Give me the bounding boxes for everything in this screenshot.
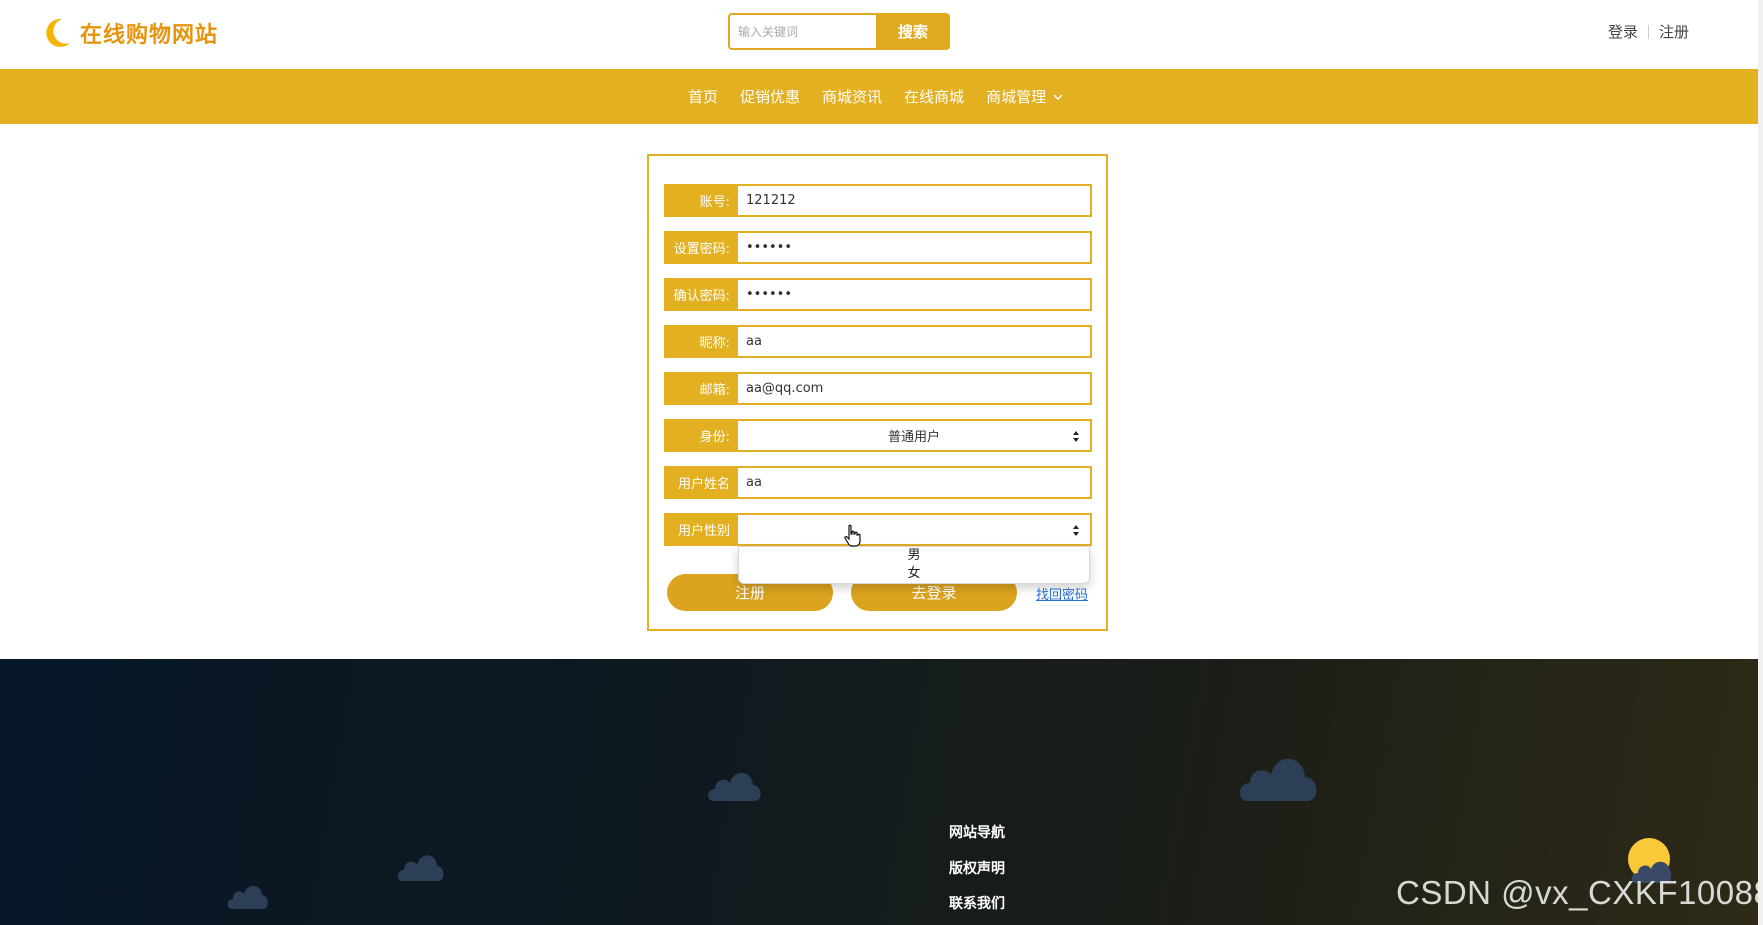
top-header: 在线购物网站 搜索 登录 注册 [0, 0, 1763, 69]
role-label: 身份: [664, 419, 738, 452]
role-row: 身份: 普通用户 [664, 419, 1092, 452]
select-arrows-icon [1073, 525, 1079, 536]
site-name: 在线购物网站 [80, 23, 219, 48]
footer-link-copyright[interactable]: 版权声明 [949, 858, 1005, 878]
nav-item-mall[interactable]: 在线商城 [904, 86, 964, 107]
select-arrows-icon [1073, 431, 1079, 442]
email-label: 邮箱: [664, 372, 738, 405]
nickname-label: 昵称: [664, 325, 738, 358]
search-button[interactable]: 搜索 [876, 13, 950, 50]
account-input[interactable]: 121212 [738, 184, 1092, 217]
password-label: 设置密码: [664, 231, 738, 264]
nav-item-news[interactable]: 商城资讯 [822, 86, 882, 107]
forgot-password-link[interactable]: 找回密码 [1036, 584, 1088, 603]
chevron-down-icon [1053, 93, 1063, 100]
nav-item-promotions[interactable]: 促销优惠 [740, 86, 800, 107]
email-row: 邮箱: aa@qq.com [664, 372, 1092, 405]
confirm-password-input[interactable]: •••••• [738, 278, 1092, 311]
login-link[interactable]: 登录 [1608, 21, 1638, 42]
role-select[interactable]: 普通用户 [738, 419, 1092, 452]
cloud-icon [397, 855, 444, 881]
scrollbar[interactable] [1758, 0, 1763, 925]
site-logo[interactable]: 在线购物网站 [42, 16, 218, 50]
account-row: 账号: 121212 [664, 184, 1092, 217]
real-name-label: 用户姓名 [664, 466, 738, 499]
cloud-icon [227, 885, 268, 909]
nickname-row: 昵称: aa [664, 325, 1092, 358]
cloud-icon [1239, 758, 1317, 801]
site-footer: 网站导航 版权声明 联系我们 CSDN @vx_CXKF10088 [0, 659, 1758, 925]
role-select-value: 普通用户 [887, 430, 940, 445]
password-input[interactable]: •••••• [738, 231, 1092, 264]
confirm-password-row: 确认密码: •••••• [664, 278, 1092, 311]
password-row: 设置密码: •••••• [664, 231, 1092, 264]
nav-item-management-label: 商城管理 [986, 88, 1047, 106]
nav-item-management[interactable]: 商城管理 [986, 86, 1064, 107]
gender-select[interactable] [738, 513, 1092, 546]
account-label: 账号: [664, 184, 738, 217]
footer-link-contact[interactable]: 联系我们 [949, 893, 1005, 913]
main-nav: 首页 促销优惠 商城资讯 在线商城 商城管理 [0, 69, 1758, 124]
confirm-password-label: 确认密码: [664, 278, 738, 311]
nickname-input[interactable]: aa [738, 325, 1092, 358]
gender-option-female[interactable]: 女 [739, 565, 1089, 583]
gender-option-male[interactable]: 男 [739, 547, 1089, 565]
search-bar: 搜索 [728, 13, 950, 50]
search-input[interactable] [728, 13, 876, 50]
gender-dropdown: 男 女 [738, 546, 1090, 584]
gender-row: 用户性别 [664, 513, 1092, 546]
real-name-input[interactable]: aa [738, 466, 1092, 499]
nav-item-home[interactable]: 首页 [688, 86, 718, 107]
auth-links: 登录 注册 [1608, 21, 1689, 42]
register-link[interactable]: 注册 [1659, 21, 1689, 42]
footer-link-site-nav[interactable]: 网站导航 [949, 822, 1005, 842]
auth-divider [1647, 24, 1649, 39]
gender-label: 用户性别 [664, 513, 738, 546]
hand-cursor-icon [844, 524, 861, 547]
cloud-icon [708, 772, 761, 801]
real-name-row: 用户姓名 aa [664, 466, 1092, 499]
moon-icon [46, 18, 70, 47]
watermark-text: CSDN @vx_CXKF10088 [1396, 874, 1758, 911]
email-input[interactable]: aa@qq.com [738, 372, 1092, 405]
